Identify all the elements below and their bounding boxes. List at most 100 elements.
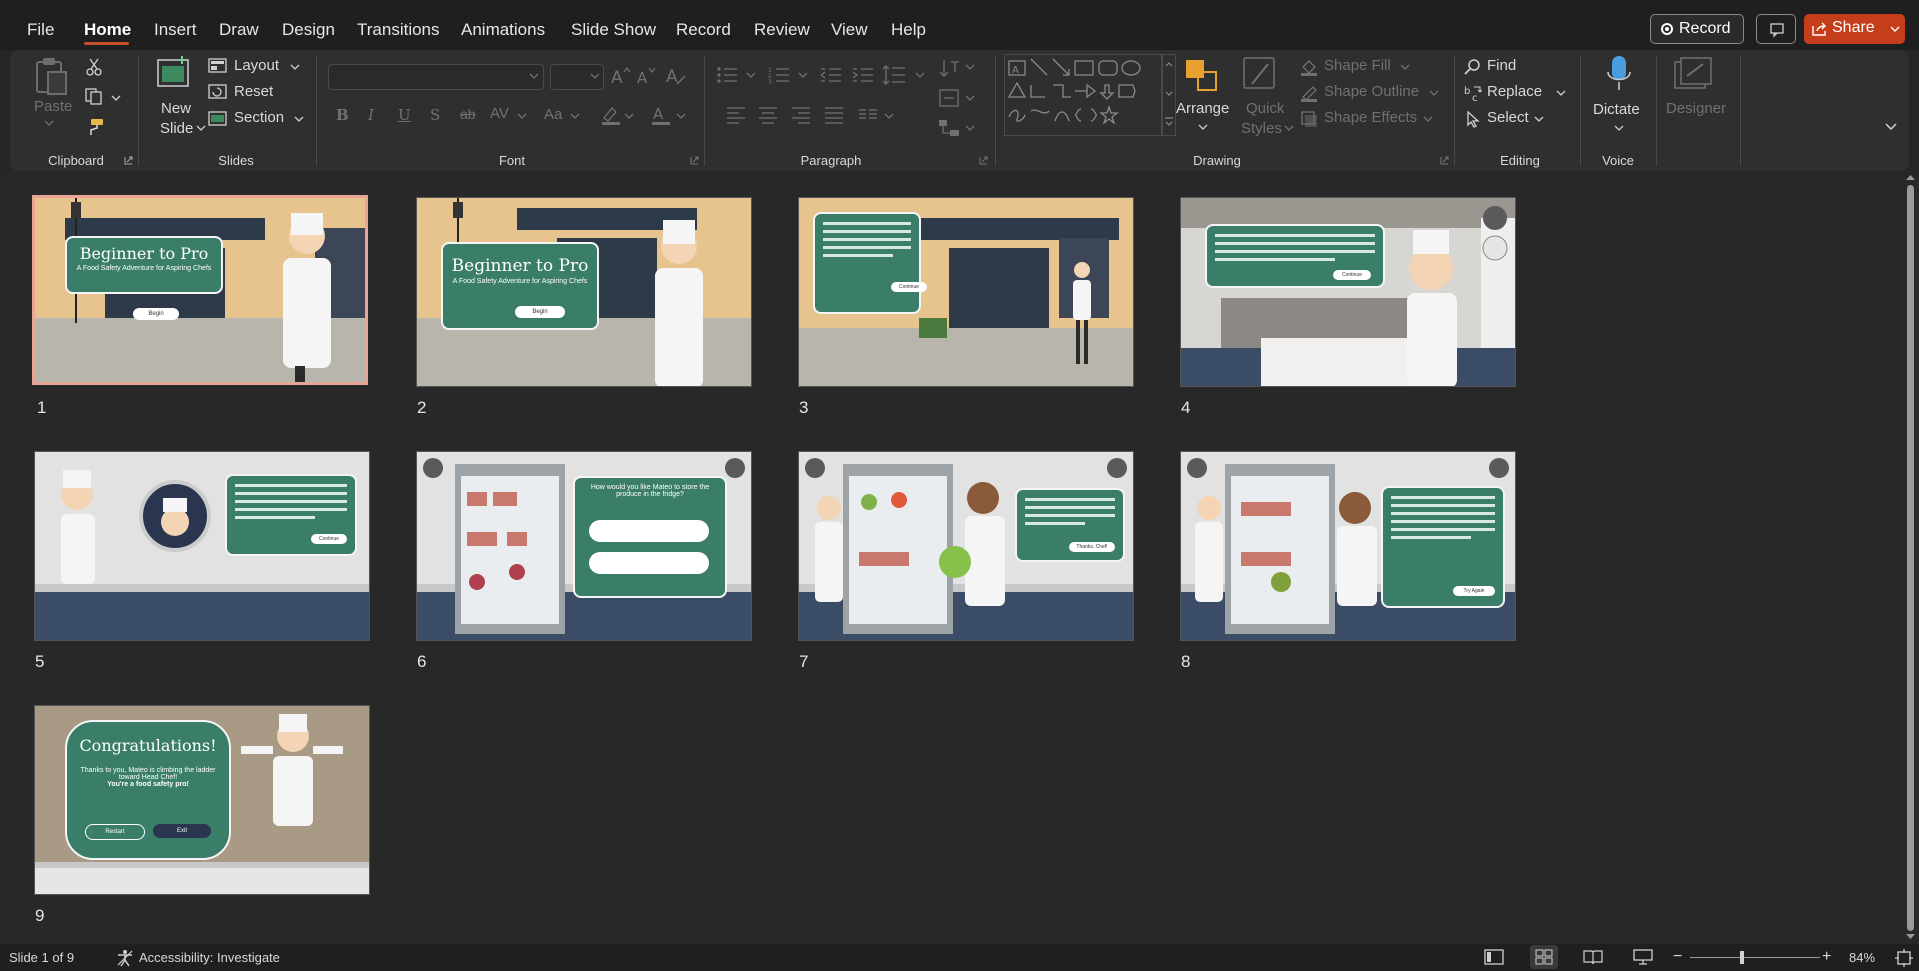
chevron-down-icon[interactable] — [965, 125, 975, 132]
align-right-icon[interactable] — [791, 106, 811, 124]
shape-outline-icon[interactable] — [1300, 84, 1318, 102]
replace-icon[interactable]: bc — [1464, 84, 1482, 102]
slide-thumbnail-6[interactable]: How would you like Mateo to store the pr… — [416, 451, 752, 641]
tab-slide-show[interactable]: Slide Show — [571, 20, 656, 40]
select-cursor-icon[interactable] — [1464, 110, 1482, 128]
quick-styles-icon[interactable] — [1242, 56, 1280, 94]
bold-icon[interactable]: B — [336, 106, 349, 124]
font-color-icon[interactable]: A — [650, 104, 672, 126]
chevron-down-icon[interactable] — [111, 95, 121, 102]
copy-icon[interactable] — [84, 87, 104, 105]
gallery-scroll-icon[interactable] — [1162, 54, 1176, 136]
character-spacing-icon[interactable]: AV — [490, 105, 509, 122]
decrease-indent-icon[interactable] — [820, 66, 842, 84]
arrange-label[interactable]: Arrange — [1176, 100, 1229, 117]
increase-indent-icon[interactable] — [852, 66, 874, 84]
align-text-icon[interactable] — [938, 88, 960, 108]
chevron-down-icon[interactable] — [1423, 116, 1433, 123]
shape-effects-label[interactable]: Shape Effects — [1324, 109, 1417, 126]
convert-to-smartart-icon[interactable] — [938, 118, 960, 138]
chevron-down-icon[interactable] — [44, 120, 54, 127]
tab-review[interactable]: Review — [754, 20, 810, 40]
collapse-ribbon-icon[interactable] — [1884, 122, 1898, 132]
text-direction-icon[interactable] — [938, 58, 960, 80]
designer-label[interactable]: Designer — [1666, 100, 1726, 117]
slide-thumbnail-9[interactable]: Congratulations! Thanks to you, Mateo is… — [34, 705, 370, 895]
scroll-up-icon[interactable] — [1905, 173, 1916, 181]
slide-thumbnail-7[interactable]: Thanks, Chef! — [798, 451, 1134, 641]
accessibility-status[interactable]: Accessibility: Investigate — [139, 950, 280, 965]
slide-thumbnail-5[interactable]: Continue — [34, 451, 370, 641]
shape-fill-icon[interactable] — [1300, 58, 1318, 76]
dialog-launcher-icon[interactable] — [690, 156, 699, 165]
tab-home[interactable]: Home — [84, 20, 131, 40]
scroll-down-icon[interactable] — [1905, 933, 1916, 941]
new-slide-icon[interactable] — [156, 56, 192, 90]
chevron-down-icon[interactable] — [1429, 90, 1439, 97]
dictate-label[interactable]: Dictate — [1593, 101, 1640, 118]
line-spacing-icon[interactable] — [882, 64, 906, 86]
underline-icon[interactable]: U — [398, 106, 411, 124]
text-shadow-icon[interactable]: S — [430, 106, 440, 124]
decrease-font-size-icon[interactable]: A — [636, 66, 658, 86]
section-icon[interactable] — [208, 111, 228, 127]
scrollbar-thumb[interactable] — [1907, 185, 1914, 931]
chevron-down-icon[interactable] — [1614, 125, 1624, 132]
chevron-down-icon[interactable] — [290, 64, 300, 71]
chevron-down-icon[interactable] — [1400, 64, 1410, 71]
shape-fill-label[interactable]: Shape Fill — [1324, 57, 1391, 74]
align-left-icon[interactable] — [726, 106, 746, 124]
zoom-slider-track[interactable] — [1690, 957, 1820, 958]
fit-to-window-icon[interactable] — [1895, 949, 1913, 967]
chevron-down-icon[interactable] — [1556, 90, 1566, 97]
new-slide-label-line1[interactable]: New — [161, 100, 191, 117]
chevron-down-icon[interactable] — [529, 73, 539, 80]
slide-thumbnail-8[interactable]: Try Again — [1180, 451, 1516, 641]
change-case-icon[interactable]: Aa — [544, 106, 562, 123]
chevron-down-icon[interactable] — [517, 113, 527, 120]
reset-icon[interactable] — [208, 84, 228, 100]
bullets-icon[interactable] — [716, 66, 738, 84]
arrange-icon[interactable] — [1184, 58, 1220, 94]
zoom-level[interactable]: 84% — [1849, 950, 1875, 965]
chevron-down-icon[interactable] — [196, 125, 206, 132]
section-label[interactable]: Section — [234, 109, 284, 126]
zoom-in-icon[interactable]: + — [1822, 948, 1831, 966]
chevron-down-icon[interactable] — [570, 113, 580, 120]
align-center-icon[interactable] — [758, 106, 778, 124]
chevron-down-icon[interactable] — [1284, 125, 1294, 132]
tab-transitions[interactable]: Transitions — [357, 20, 440, 40]
clear-formatting-icon[interactable]: A — [665, 65, 687, 87]
font-name-box[interactable] — [328, 64, 544, 90]
tab-design[interactable]: Design — [282, 20, 335, 40]
highlight-icon[interactable] — [600, 104, 622, 126]
chevron-down-icon[interactable] — [884, 113, 894, 120]
tab-help[interactable]: Help — [891, 20, 926, 40]
replace-label[interactable]: Replace — [1487, 83, 1542, 100]
tab-insert[interactable]: Insert — [154, 20, 197, 40]
microphone-icon[interactable] — [1606, 54, 1632, 94]
justify-icon[interactable] — [824, 106, 844, 124]
dialog-launcher-icon[interactable] — [1440, 156, 1449, 165]
chevron-down-icon[interactable] — [590, 73, 600, 80]
columns-icon[interactable] — [858, 108, 878, 122]
quick-styles-label-line2[interactable]: Styles — [1241, 120, 1282, 137]
dialog-launcher-icon[interactable] — [124, 156, 133, 165]
vertical-scrollbar[interactable] — [1902, 171, 1919, 944]
slide-show-icon[interactable] — [1633, 949, 1653, 965]
tab-file[interactable]: File — [27, 20, 54, 40]
shape-outline-label[interactable]: Shape Outline — [1324, 83, 1419, 100]
chevron-down-icon[interactable] — [1890, 25, 1900, 33]
chevron-down-icon[interactable] — [965, 95, 975, 102]
new-slide-label-line2[interactable]: Slide — [160, 120, 193, 137]
chevron-down-icon[interactable] — [676, 113, 686, 120]
italic-icon[interactable]: I — [368, 106, 374, 124]
reading-view-icon[interactable] — [1583, 949, 1603, 965]
chevron-down-icon[interactable] — [1534, 116, 1544, 123]
select-label[interactable]: Select — [1487, 109, 1529, 126]
chevron-down-icon[interactable] — [1198, 124, 1208, 131]
zoom-out-icon[interactable]: − — [1673, 948, 1682, 966]
numbering-icon[interactable]: 123 — [768, 66, 790, 84]
slide-thumbnail-1[interactable]: Beginner to Pro A Food Safety Adventure … — [32, 195, 368, 385]
tab-record[interactable]: Record — [676, 20, 731, 40]
